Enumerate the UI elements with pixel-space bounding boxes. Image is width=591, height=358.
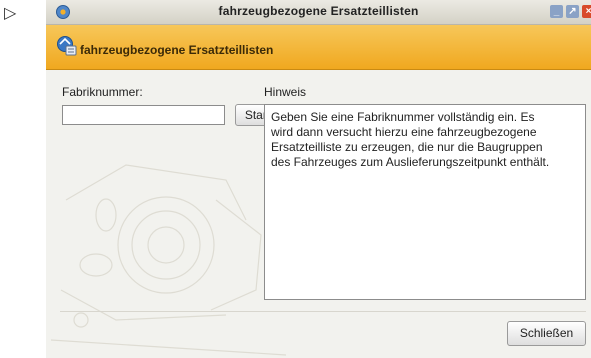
play-outline-icon: ▷: [4, 5, 17, 22]
close-button[interactable]: Schließen: [507, 321, 586, 346]
fabriknummer-label: Fabriknummer:: [62, 85, 143, 99]
window-title: fahrzeugbezogene Ersatzteillisten: [218, 4, 419, 18]
hint-label: Hinweis: [264, 85, 307, 99]
hint-textbox: Geben Sie eine Fabriknummer vollständig …: [264, 104, 586, 300]
dialog-window: fahrzeugbezogene Ersatzteillisten _ ↗ × …: [46, 0, 591, 358]
dialog-header: fahrzeugbezogene Ersatzteillisten: [46, 25, 591, 70]
footer-divider: [60, 311, 586, 312]
minimize-icon[interactable]: _: [550, 5, 563, 18]
maximize-icon[interactable]: ↗: [566, 5, 579, 18]
parts-list-icon: [57, 36, 77, 56]
fabriknummer-input[interactable]: [62, 105, 225, 125]
title-bar[interactable]: fahrzeugbezogene Ersatzteillisten _ ↗ ×: [46, 0, 591, 25]
close-window-icon[interactable]: ×: [582, 5, 591, 18]
header-title: fahrzeugbezogene Ersatzteillisten: [80, 43, 274, 57]
